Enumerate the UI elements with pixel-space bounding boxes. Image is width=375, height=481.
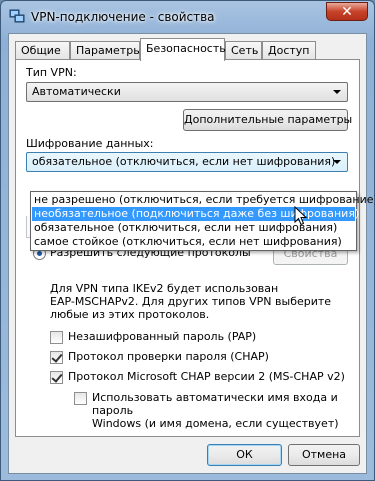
window-title: VPN-подключение - свойства — [31, 10, 215, 24]
tab-sharing[interactable]: Доступ — [262, 41, 316, 60]
chap-label: Протокол проверки пароля (CHAP) — [68, 350, 269, 363]
autologon-line-2: Windows (и имя домена, если существует) — [92, 417, 339, 430]
tab-general[interactable]: Общие — [15, 41, 70, 60]
pap-label: Незашифрованный пароль (PAP) — [68, 330, 257, 343]
encryption-label: Шифрование данных: — [26, 137, 154, 150]
autologon-line-1: Использовать автоматически имя входа и п… — [92, 391, 338, 417]
autologon-label: Использовать автоматически имя входа и п… — [92, 391, 359, 430]
info-line-3: любые из этих протоколов. — [50, 308, 210, 321]
check-mark-icon — [51, 351, 63, 363]
close-icon: ✕ — [341, 4, 353, 20]
properties-window: VPN-подключение - свойства ✕ Общие Парам… — [0, 0, 375, 481]
title-bar[interactable]: VPN-подключение - свойства ✕ — [1, 1, 374, 33]
encryption-combo[interactable]: обязательное (отключиться, если нет шифр… — [26, 152, 348, 172]
pap-checkbox[interactable] — [50, 331, 63, 344]
protocol-info-text: Для VPN типа IKEv2 будет использован EAP… — [50, 282, 331, 321]
vpn-type-label: Тип VPN: — [26, 66, 77, 79]
encryption-value: обязательное (отключиться, если нет шифр… — [32, 155, 336, 168]
tab-options[interactable]: Параметры — [70, 41, 142, 60]
chevron-down-icon — [333, 160, 341, 164]
chevron-down-icon — [333, 90, 341, 94]
radio-dot — [37, 251, 42, 256]
autologon-checkbox[interactable] — [74, 392, 87, 405]
dialog-body: Общие Параметры Безопасность Сеть Доступ… — [8, 33, 375, 474]
tab-security[interactable]: Безопасность — [140, 38, 226, 61]
chap-checkbox[interactable] — [50, 351, 63, 364]
encryption-option[interactable]: самое стойкое (отключиться, если нет шиф… — [32, 235, 355, 249]
mschap-checkbox[interactable] — [50, 371, 63, 384]
vpn-type-value: Автоматически — [32, 85, 121, 98]
encryption-option[interactable]: не разрешено (отключиться, если требуетс… — [32, 193, 375, 207]
ok-button[interactable]: ОК — [207, 444, 282, 466]
mouse-cursor-icon — [294, 206, 308, 226]
tab-network[interactable]: Сеть — [225, 41, 262, 60]
mschap-label: Протокол Microsoft CHAP версии 2 (MS-CHA… — [68, 370, 345, 383]
info-line-2: EAP-MSCHAPv2. Для других типов VPN выбер… — [50, 295, 332, 308]
advanced-settings-button[interactable]: Дополнительные параметры — [183, 109, 352, 131]
cancel-button[interactable]: Отмена — [288, 444, 360, 466]
network-icon — [9, 9, 25, 23]
info-line-1: Для VPN типа IKEv2 будет использован — [50, 282, 279, 295]
check-mark-icon — [51, 371, 63, 383]
vpn-type-combo[interactable]: Автоматически — [26, 82, 348, 102]
close-button[interactable]: ✕ — [326, 2, 368, 21]
